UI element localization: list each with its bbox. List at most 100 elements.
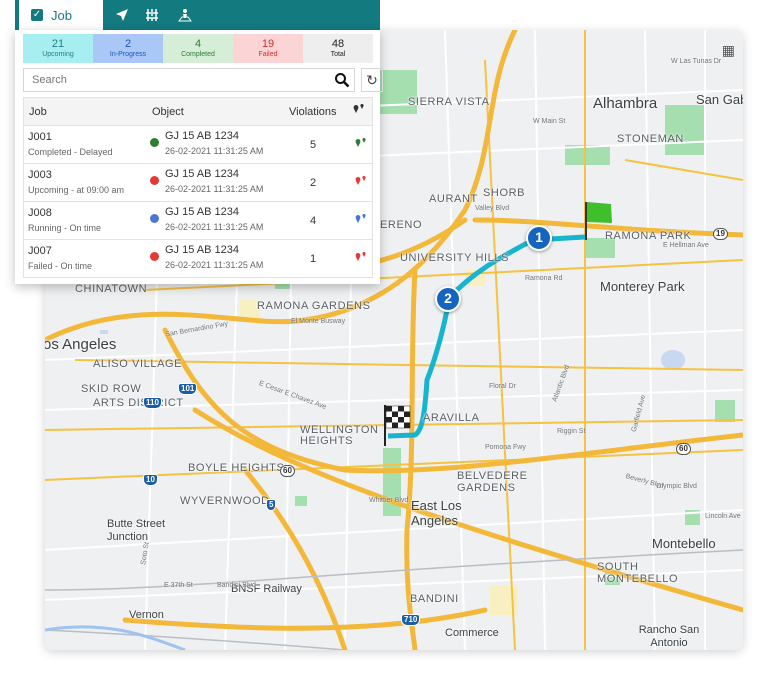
map-label: Skid Row (81, 383, 142, 395)
route-waypoint-1[interactable]: 1 (526, 225, 552, 251)
tab-map-person[interactable] (173, 0, 197, 30)
stat-value: 2 (124, 38, 132, 50)
stat-in-progress[interactable]: 2 In-Progress (93, 34, 163, 63)
stat-total[interactable]: 48 Total (303, 34, 373, 63)
job-panel: 21 Upcoming 2 In-Progress 4 Completed 19 Failed… (15, 30, 383, 284)
tab-job[interactable]: ✓ Job (19, 0, 103, 30)
highway-shield: 710 (401, 614, 421, 626)
stat-upcoming[interactable]: 21 Upcoming (23, 34, 93, 63)
job-id: J001 (28, 131, 52, 143)
map-label: Stoneman (617, 133, 684, 145)
map-label: Aravilla (423, 412, 480, 424)
street-label: Floral Dr (489, 383, 516, 390)
job-status: Failed - On time (28, 261, 93, 271)
object-time: 26-02-2021 11:31:25 AM (165, 146, 264, 156)
object-time: 26-02-2021 11:31:25 AM (165, 260, 264, 270)
search-input[interactable]: Search (23, 68, 355, 92)
search-placeholder: Search (32, 74, 67, 86)
job-table: Job Object Violations J001 Completed - De… (23, 97, 373, 278)
stat-value: 19 (261, 38, 275, 50)
route-pins-icon[interactable] (354, 137, 368, 154)
violation-count: 1 (310, 253, 317, 265)
city-label: San Gabriel (696, 92, 743, 107)
route-pins-icon[interactable] (354, 175, 368, 192)
city-label: Commerce (445, 627, 499, 639)
table-row[interactable]: J003 Upcoming - at 09:00 am GJ 15 AB 1234 2… (24, 164, 372, 202)
route-waypoint-2[interactable]: 2 (435, 286, 461, 312)
street-label: Bandini Blvd (217, 582, 256, 589)
map-label: Bandini (410, 593, 459, 605)
table-row[interactable]: J008 Running - On time GJ 15 AB 1234 26-02-… (24, 202, 372, 240)
refresh-button[interactable]: ↻ (361, 68, 383, 92)
city-label: Montebello (652, 536, 716, 551)
job-id: J008 (28, 207, 52, 219)
map-label: Belvedere Gardens (457, 470, 528, 494)
refresh-icon: ↻ (366, 72, 378, 88)
city-label: Vernon (129, 609, 164, 621)
stat-failed[interactable]: 19 Failed (233, 34, 303, 63)
job-id: J003 (28, 169, 52, 181)
header-object: Object (152, 106, 184, 118)
status-dot-icon (150, 138, 159, 147)
map-label: Chinatown (75, 283, 148, 295)
header-job: Job (29, 106, 47, 118)
map-label: Shorb (483, 187, 526, 199)
stat-value: 48 (331, 38, 345, 50)
map-label: Aliso Village (93, 358, 183, 370)
object-plate: GJ 15 AB 1234 (165, 206, 239, 218)
map-label: Boyle Heights (188, 462, 285, 474)
job-status: Completed - Delayed (28, 147, 113, 157)
stat-label: Upcoming (42, 51, 74, 58)
map-label: Ramona Gardens (257, 300, 371, 312)
tab-navigation[interactable] (110, 0, 134, 30)
map-label: Sierra Vista (408, 96, 490, 108)
status-dot-icon (150, 214, 159, 223)
city-label: Butte Street Junction (107, 518, 166, 543)
street-label: Ramona Rd (525, 275, 563, 282)
object-plate: GJ 15 AB 1234 (165, 244, 239, 256)
job-stats-bar: 21 Upcoming 2 In-Progress 4 Completed 19 Failed… (23, 34, 373, 63)
table-row[interactable]: J001 Completed - Delayed GJ 15 AB 1234 26-0… (24, 126, 372, 164)
map-label: Wyvernwood (180, 495, 270, 507)
map-grid-icon[interactable]: ▦ (722, 42, 735, 59)
city-label: East Los Angeles (411, 498, 462, 528)
pin-icon (352, 103, 366, 120)
route-pins-icon[interactable] (354, 251, 368, 268)
search-icon[interactable] (334, 72, 350, 88)
map-label: Aurant (429, 193, 478, 205)
map-label: University Hills (400, 252, 510, 264)
navigation-arrow-icon (116, 9, 128, 21)
stat-value: 21 (51, 38, 65, 50)
job-id: J007 (28, 245, 52, 257)
object-plate: GJ 15 AB 1234 (165, 168, 239, 180)
tab-job-label: Job (51, 7, 72, 23)
city-label: Rancho San Antonio (638, 624, 700, 649)
street-label: Valley Blvd (475, 205, 510, 212)
map-label: Wellington Heights (300, 424, 379, 447)
stat-label: Completed (181, 51, 215, 58)
road-icon (146, 9, 158, 21)
stat-completed[interactable]: 4 Completed (163, 34, 233, 63)
highway-shield: 101 (178, 383, 198, 395)
route-pins-icon[interactable] (354, 213, 368, 230)
object-time: 26-02-2021 11:31:25 AM (165, 184, 264, 194)
checkbox-icon: ✓ (31, 9, 43, 21)
header-violations: Violations (289, 106, 337, 118)
map-label: Ereno (380, 219, 423, 231)
highway-shield: 60 (676, 443, 691, 455)
city-label: os Angeles (45, 336, 117, 353)
map-label: South Montebello (597, 561, 679, 585)
highway-shield: 60 (280, 465, 295, 477)
city-label: Monterey Park (600, 279, 685, 294)
table-row[interactable]: J007 Failed - On time GJ 15 AB 1234 26-02-2… (24, 240, 372, 277)
street-label: Whittier Blvd (369, 497, 409, 504)
tab-road[interactable] (140, 0, 164, 30)
status-dot-icon (150, 176, 159, 185)
street-label: Pomona Fwy (485, 444, 526, 451)
stat-value: 4 (194, 38, 202, 50)
status-dot-icon (150, 252, 159, 261)
city-label: Alhambra (593, 95, 658, 112)
stat-label: Failed (258, 51, 278, 58)
violation-count: 4 (310, 215, 317, 227)
street-label: E Hellman Ave (663, 242, 709, 249)
